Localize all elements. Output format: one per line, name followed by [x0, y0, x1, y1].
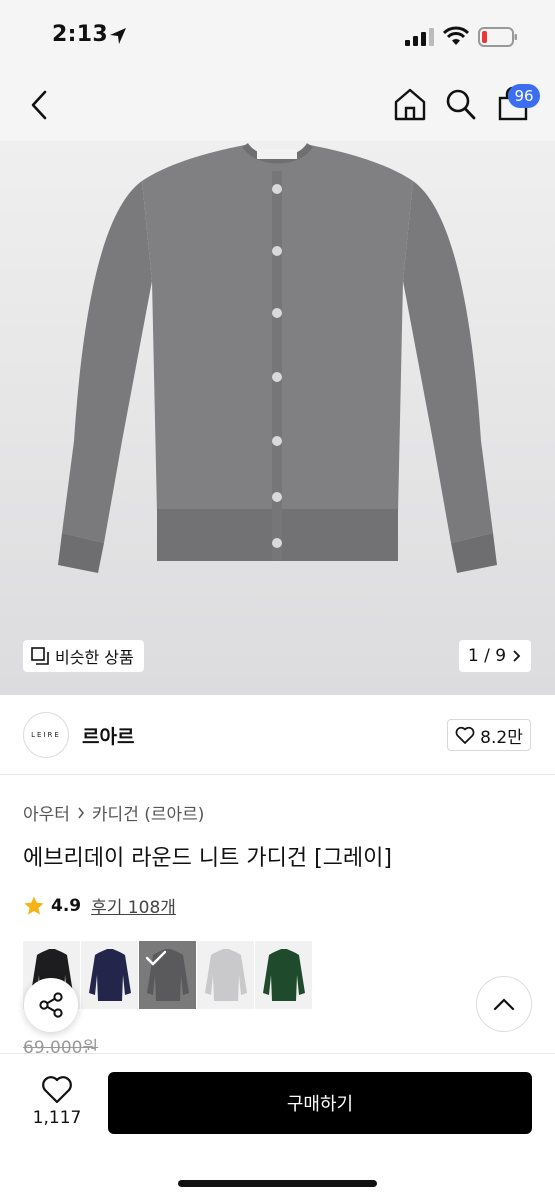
wifi-icon — [443, 26, 469, 45]
image-pager[interactable]: 1 / 9 — [459, 640, 531, 672]
product-image[interactable] — [0, 141, 555, 695]
share-icon — [39, 992, 63, 1018]
home-icon[interactable] — [392, 86, 428, 122]
similar-products-label: 비슷한 상품 — [55, 648, 134, 667]
swatch-navy[interactable] — [81, 941, 138, 1009]
pager-text: 1 / 9 — [467, 646, 507, 666]
back-arrow-icon[interactable] — [26, 88, 56, 122]
wishlist-count: 1,117 — [32, 1108, 82, 1128]
chevron-right-icon — [78, 807, 84, 818]
share-button[interactable] — [24, 978, 78, 1032]
cardigan-thumbnail — [89, 949, 131, 1001]
swatch-gray-selected[interactable] — [139, 941, 196, 1009]
cardigan-thumbnail — [263, 949, 305, 1001]
cell-signal-icon — [405, 28, 434, 46]
heart-icon — [455, 726, 475, 744]
search-icon[interactable] — [444, 86, 478, 122]
star-icon — [24, 896, 44, 915]
battery-icon — [478, 27, 517, 47]
wishlist-button[interactable] — [36, 1074, 78, 1108]
breadcrumb-item[interactable]: 아우터 — [23, 800, 70, 825]
rating-value: 4.9 — [51, 895, 82, 916]
similar-products-button[interactable]: 비슷한 상품 — [23, 640, 144, 672]
swatch-light-gray[interactable] — [197, 941, 254, 1009]
cardigan-thumbnail — [205, 949, 247, 1001]
brand-name[interactable]: 르아르 — [82, 722, 134, 749]
heart-icon — [42, 1076, 72, 1104]
brand-logo[interactable]: LEIRE — [23, 712, 69, 758]
top-bar: 2:13 96 — [0, 0, 555, 141]
brand-like-count: 8.2만 — [480, 727, 523, 748]
brand-like-button[interactable]: 8.2만 — [447, 719, 531, 751]
breadcrumb: 아우터 카디건 (르아르) — [23, 800, 204, 825]
copy-icon — [31, 647, 49, 665]
review-link[interactable]: 후기 108개 — [91, 893, 176, 918]
product-title: 에브리데이 라운드 니트 가디건 [그레이] — [23, 846, 392, 871]
chevron-right-icon — [513, 650, 521, 662]
breadcrumb-item[interactable]: 카디건 (르아르) — [92, 800, 205, 825]
home-indicator — [178, 1180, 377, 1187]
location-arrow-icon — [110, 28, 126, 44]
rating-row: 4.9 후기 108개 — [23, 893, 176, 918]
brand-row: LEIRE 르아르 8.2만 — [0, 695, 555, 775]
scroll-top-button[interactable] — [476, 976, 532, 1032]
chevron-up-icon — [493, 998, 515, 1011]
buy-button[interactable]: 구매하기 — [108, 1072, 532, 1134]
status-time: 2:13 — [52, 22, 108, 47]
check-icon — [145, 950, 167, 966]
cart-count-badge: 96 — [508, 84, 540, 108]
swatch-green[interactable] — [255, 941, 312, 1009]
cardigan-illustration — [0, 141, 555, 695]
